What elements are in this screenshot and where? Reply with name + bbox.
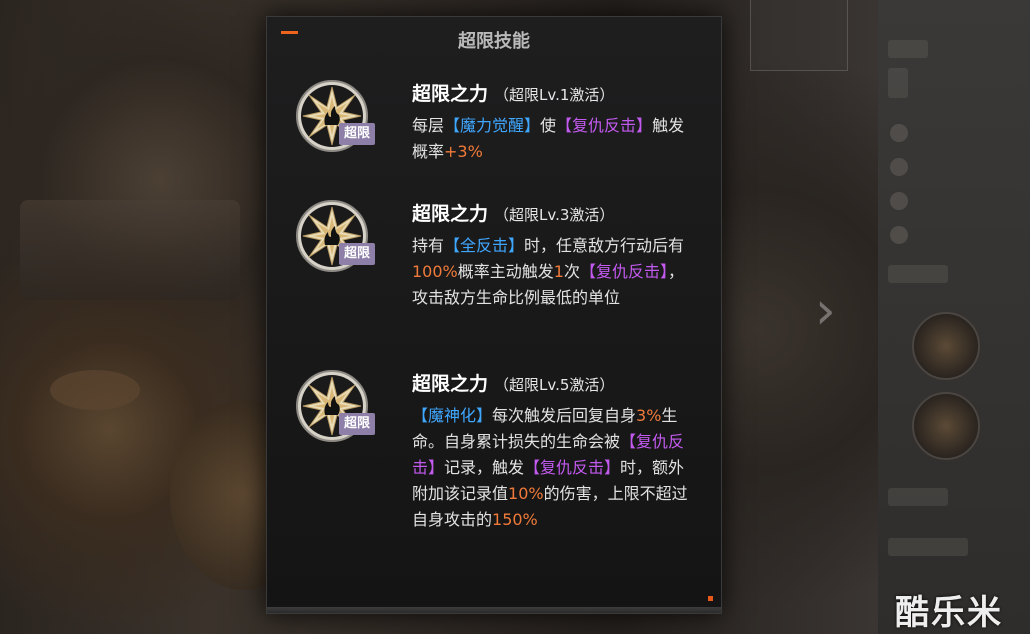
skill-desc-segment: 【复仇反击】 [524, 458, 621, 477]
skill-desc-segment: 记录，触发 [444, 458, 525, 477]
side-panel-stat-icon [890, 226, 908, 244]
skill-desc-segment: 时，任意敌方行动后有 [524, 236, 685, 255]
skill-name: 超限之力 [412, 373, 489, 395]
skill-desc-segment: 持有 [412, 236, 445, 255]
side-panel-stat-icon [890, 158, 908, 176]
skill-desc-segment: 【全反击】 [444, 236, 525, 255]
overlimit-skill-modal: 超限技能 超限 超限之力 （超限Lv.1激活） 每层【魔力觉醒】使【复仇反击】触发… [266, 16, 722, 614]
side-panel-row [888, 488, 948, 506]
next-arrow-icon[interactable]: › [815, 285, 836, 337]
skill-desc-segment: 【复仇反击】 [579, 262, 668, 281]
side-panel-row [888, 265, 948, 283]
skill-description: 【魔神化】每次触发后回复自身3%生命。自身累计损失的生命会被【复仇反击】记录，触… [412, 403, 694, 533]
skill-header: 超限之力 （超限Lv.5激活） [412, 369, 614, 396]
overlimit-tag: 超限 [339, 413, 375, 435]
top-frame [750, 0, 848, 71]
side-panel-row [888, 538, 968, 556]
background-table [50, 370, 140, 410]
side-panel-row [888, 40, 928, 58]
side-panel-stat-icon [890, 124, 908, 142]
skill-desc-segment: 3% [636, 406, 662, 425]
skill-header: 超限之力 （超限Lv.3激活） [412, 199, 614, 226]
skill-name: 超限之力 [412, 203, 489, 225]
skill-desc-segment: 100% [412, 262, 458, 281]
skill-header: 超限之力 （超限Lv.1激活） [412, 79, 614, 106]
skill-desc-segment: 概率主动触发 [457, 262, 554, 281]
side-panel-stat-icon [890, 192, 908, 210]
skill-desc-segment: 150% [492, 510, 538, 529]
modal-corner-mark [708, 596, 713, 601]
modal-bottom-edge [267, 607, 721, 613]
skill-description: 每层【魔力觉醒】使【复仇反击】触发概率+3% [412, 113, 694, 165]
skill-desc-segment: 【魔神化】 [412, 406, 493, 425]
skill-desc-segment: 1 [553, 262, 564, 281]
skill-desc-segment: 次 [563, 262, 580, 281]
skill-desc-segment: 【复仇反击】 [556, 116, 653, 135]
skill-desc-segment: 【魔力觉醒】 [444, 116, 541, 135]
skill-desc-segment: 每层 [412, 116, 445, 135]
skill-level: （超限Lv.3激活） [494, 206, 615, 224]
overlimit-tag: 超限 [339, 243, 375, 265]
overlimit-tag: 超限 [339, 123, 375, 145]
skill-level: （超限Lv.1激活） [494, 86, 615, 104]
skill-level: （超限Lv.5激活） [494, 376, 615, 394]
skill-desc-segment: 使 [540, 116, 557, 135]
skill-desc-segment: 10% [508, 484, 544, 503]
skill-description: 持有【全反击】时，任意敌方行动后有100%概率主动触发1次【复仇反击】，攻击敌方… [412, 233, 694, 311]
skill-desc-segment: 每次触发后回复自身 [492, 406, 637, 425]
skill-desc-segment: +3% [444, 142, 483, 161]
side-panel-row [888, 68, 908, 98]
modal-title: 超限技能 [458, 31, 530, 52]
side-panel-avatar[interactable] [912, 392, 980, 460]
side-panel-avatar[interactable] [912, 312, 980, 380]
background-shelf [20, 200, 240, 300]
skill-name: 超限之力 [412, 83, 489, 105]
watermark-text: 酷乐米 [895, 593, 1003, 633]
